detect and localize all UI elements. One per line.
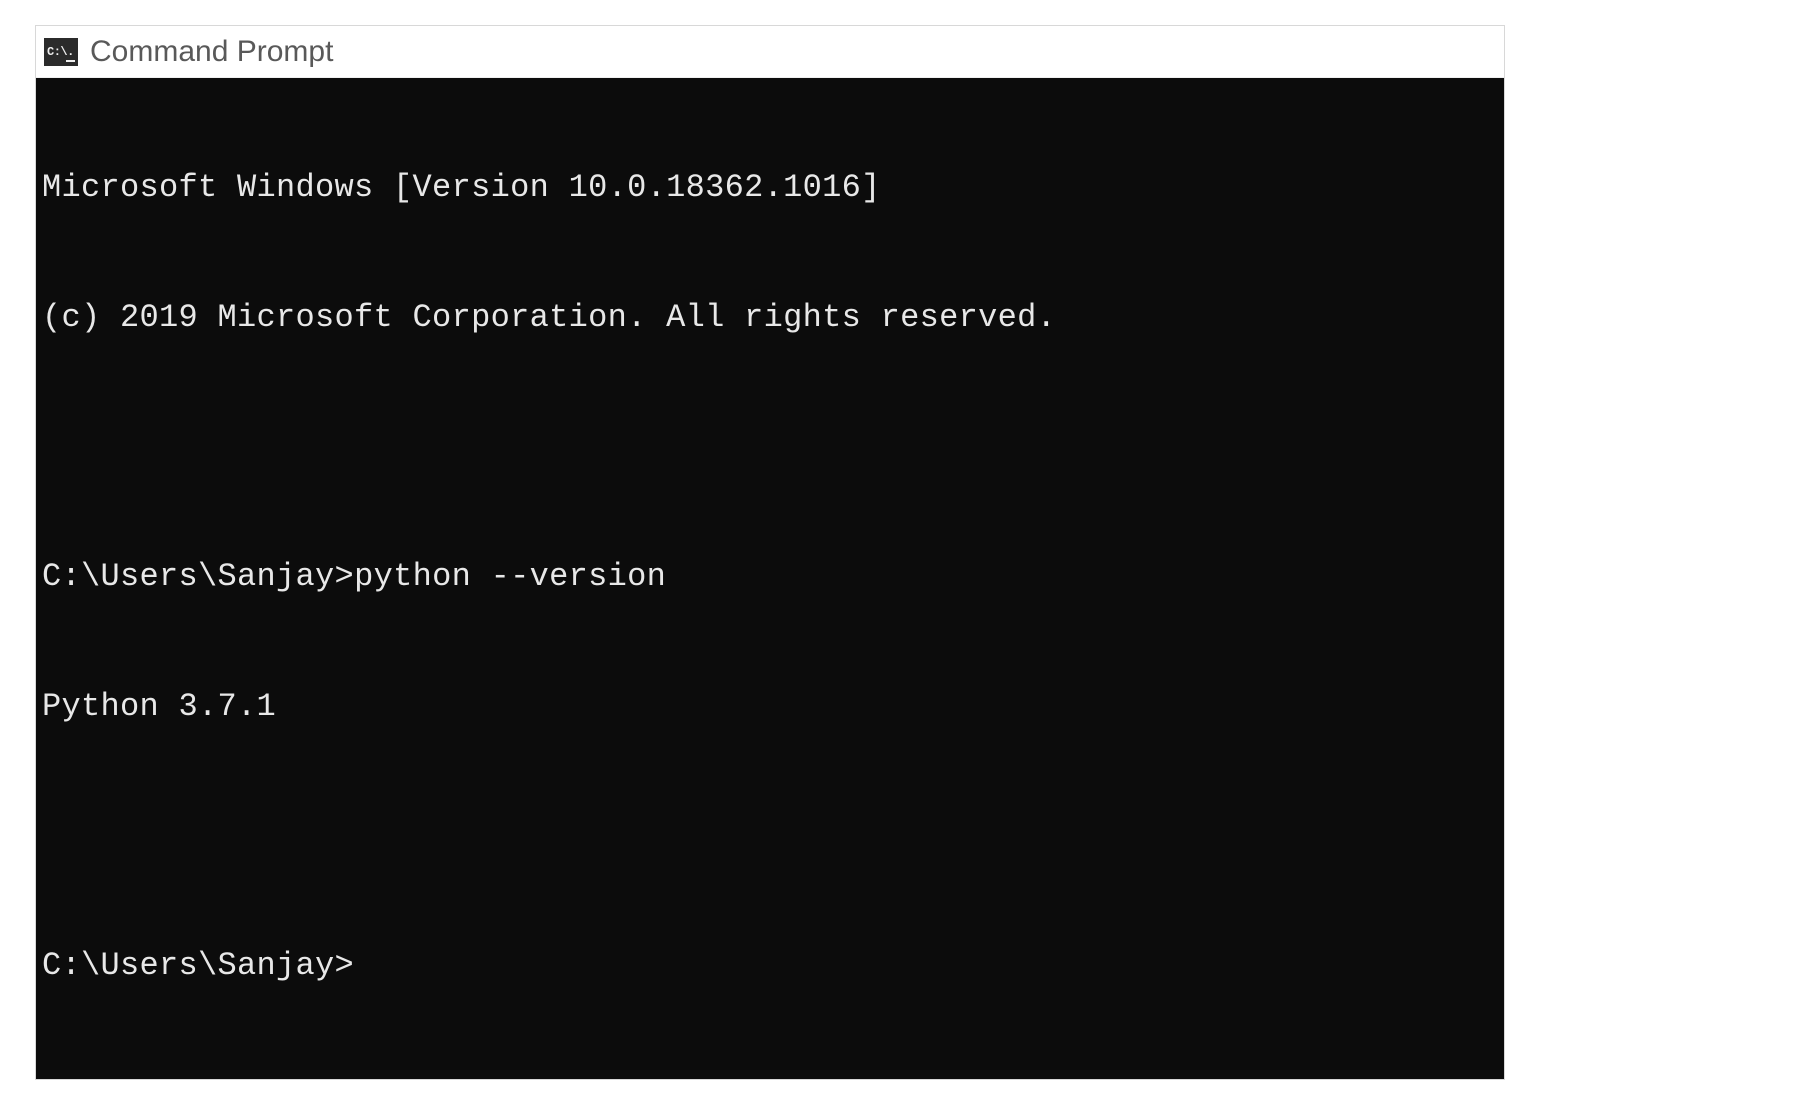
titlebar[interactable]: C:\. Command Prompt [36,26,1504,78]
history-output-0: Python 3.7.1 [42,685,1498,728]
cmd-icon: C:\. [44,38,78,66]
current-prompt: C:\Users\Sanjay> [42,944,354,987]
history-command-0: python --version [354,558,666,595]
blank-line [42,814,1498,857]
banner-copyright: (c) 2019 Microsoft Corporation. All righ… [42,296,1498,339]
command-prompt-window: C:\. Command Prompt Microsoft Windows [V… [35,25,1505,1080]
history-prompt-0: C:\Users\Sanjay> [42,558,354,595]
terminal-body[interactable]: Microsoft Windows [Version 10.0.18362.10… [36,78,1504,1079]
current-prompt-line[interactable]: C:\Users\Sanjay> [42,944,1498,987]
window-title: Command Prompt [90,35,333,69]
banner-version: Microsoft Windows [Version 10.0.18362.10… [42,166,1498,209]
history-line-0: C:\Users\Sanjay>python --version [42,555,1498,598]
blank-line [42,426,1498,469]
